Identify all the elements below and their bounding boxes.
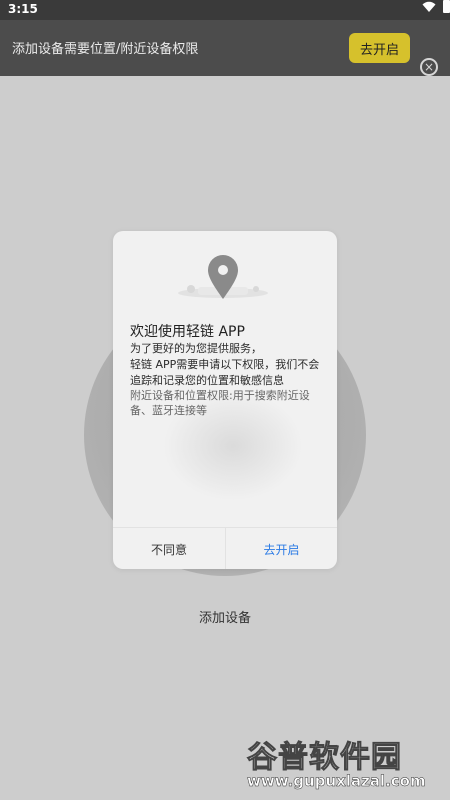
dialog-text-line4: 附近设备和位置权限:用于搜索附近设 [130, 389, 310, 402]
close-glyph: × [423, 60, 435, 74]
banner-message: 添加设备需要位置/附近设备权限 [12, 42, 199, 57]
permission-dialog: 欢迎使用轻链 APP 为了更好的为您提供服务， 轻链 APP需要申请以下权限，我… [113, 231, 337, 569]
watermark-cn: 谷普软件园 [247, 740, 402, 776]
dialog-text-line1: 为了更好的为您提供服务， [130, 342, 262, 355]
open-permission-button[interactable]: 去开启 [225, 528, 337, 569]
watermark-en: www.gupuxlazal.com [247, 772, 426, 791]
status-bar: 3:15 [0, 0, 450, 20]
permission-banner: 添加设备需要位置/附近设备权限 去开启 × [0, 20, 450, 76]
dialog-button-row: 不同意 去开启 [113, 527, 337, 569]
battery-icon [443, 0, 450, 13]
banner-open-button[interactable]: 去开启 [349, 33, 410, 63]
status-time: 3:15 [8, 2, 38, 16]
dialog-text-line3: 追踪和记录您的位置和敏感信息 [130, 374, 284, 387]
wifi-icon [422, 1, 436, 13]
dialog-title: 欢迎使用轻链 APP [130, 324, 245, 340]
watermark: 谷普软件园 www.gupuxlazal.com [247, 732, 447, 796]
close-circle-icon[interactable]: × [420, 58, 438, 76]
dialog-text-line5: 备、蓝牙连接等 [130, 404, 207, 417]
disagree-button[interactable]: 不同意 [113, 528, 225, 569]
add-device-label[interactable]: 添加设备 [0, 607, 450, 626]
location-illustration [178, 255, 268, 299]
dialog-text-line2: 轻链 APP需要申请以下权限，我们不会 [130, 358, 320, 371]
